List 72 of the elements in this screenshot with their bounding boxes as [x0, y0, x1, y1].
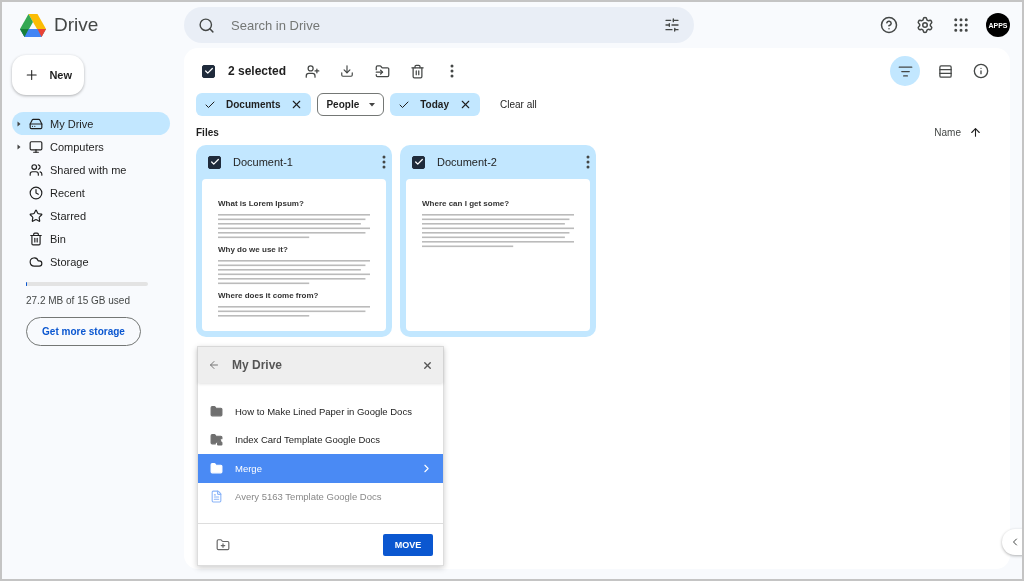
file-card[interactable]: Document-2 Where can I get some? — [400, 145, 596, 337]
check-icon — [209, 157, 220, 167]
sidebar-item[interactable]: Computers — [12, 135, 170, 158]
sidebar-item[interactable]: Recent — [12, 181, 170, 204]
drive-icon — [29, 116, 43, 131]
download-icon — [340, 64, 355, 78]
preview-heading: Why do we use it? — [218, 245, 289, 254]
move-button[interactable]: MOVE — [383, 533, 433, 556]
folder-icon — [210, 433, 223, 447]
filter-button[interactable] — [890, 56, 920, 86]
preview-heading: What is Lorem Ipsum? — [218, 199, 305, 208]
filter-chip[interactable]: People — [317, 93, 385, 116]
caret-icon[interactable] — [16, 143, 22, 150]
folder-list-item[interactable]: Index Card Template Google Docs — [198, 425, 443, 454]
add-person-icon — [304, 63, 320, 79]
sort-button[interactable]: Name — [934, 125, 998, 139]
settings-icon — [916, 16, 934, 34]
sidebar-item[interactable]: Storage — [12, 250, 170, 273]
preview-heading: Where does it come from? — [218, 291, 320, 300]
app-name: Drive — [54, 14, 99, 36]
clear-all-button[interactable]: Clear all — [493, 98, 543, 111]
search-input[interactable]: Search in Drive — [229, 16, 650, 34]
filter-icon — [897, 63, 913, 79]
search-icon — [198, 16, 215, 34]
sidebar-item[interactable]: My Drive — [12, 112, 170, 135]
help-button[interactable] — [878, 14, 900, 36]
sidebar-item[interactable]: Bin — [12, 227, 170, 250]
more-icon[interactable] — [382, 155, 386, 169]
filter-chip[interactable]: Today — [390, 93, 480, 116]
grid-icon — [952, 16, 970, 34]
caret-icon[interactable] — [16, 120, 22, 127]
filter-chip[interactable]: Documents — [196, 93, 312, 116]
check-icon — [203, 66, 214, 76]
cloud-icon — [29, 254, 43, 269]
preview-heading: Where can I get some? — [422, 199, 511, 208]
file-card[interactable]: Document-1 What is Lorem Ipsum? Why do we use it? Where does it come from? — [196, 145, 392, 337]
computer-icon — [29, 139, 43, 154]
more-icon — [450, 64, 455, 78]
check-icon — [413, 157, 424, 167]
new-folder-button[interactable] — [216, 537, 230, 552]
clock-icon — [29, 185, 43, 200]
file-name: Document-2 — [437, 156, 498, 168]
storage-text: 27.2 MB of 15 GB used — [26, 295, 131, 306]
new-button[interactable]: New — [12, 55, 84, 95]
trash-icon — [29, 231, 43, 246]
help-icon — [880, 16, 898, 34]
file-checkbox[interactable] — [412, 155, 425, 169]
folder-list-item[interactable]: How to Make Lined Paper in Google Docs — [198, 397, 443, 426]
sidebar-item[interactable]: Shared with me — [12, 158, 170, 181]
folder-icon — [210, 461, 223, 475]
trash-icon — [409, 63, 425, 79]
more-icon[interactable] — [586, 155, 590, 169]
filter-options-icon[interactable] — [664, 17, 680, 33]
folder-arrow-icon — [374, 63, 390, 79]
dropdown-icon — [369, 102, 376, 107]
drive-logo — [20, 13, 46, 37]
file-name: Document-1 — [233, 156, 294, 168]
sidebar-item[interactable]: Starred — [12, 204, 170, 227]
info-icon — [973, 63, 989, 79]
close-button[interactable] — [422, 359, 433, 371]
star-icon — [29, 208, 43, 223]
file-checkbox[interactable] — [208, 155, 221, 169]
folder-icon — [210, 404, 223, 418]
search-field[interactable]: Search in Drive — [184, 7, 694, 43]
list-icon — [937, 63, 953, 79]
section-title: Files — [196, 126, 219, 138]
selection-count: 2 selected — [228, 64, 287, 78]
select-all-checkbox[interactable] — [202, 64, 215, 78]
arrow-up-icon — [969, 125, 982, 139]
people-icon — [29, 162, 43, 177]
document-icon — [210, 490, 223, 504]
dialog-title: My Drive — [232, 358, 284, 372]
